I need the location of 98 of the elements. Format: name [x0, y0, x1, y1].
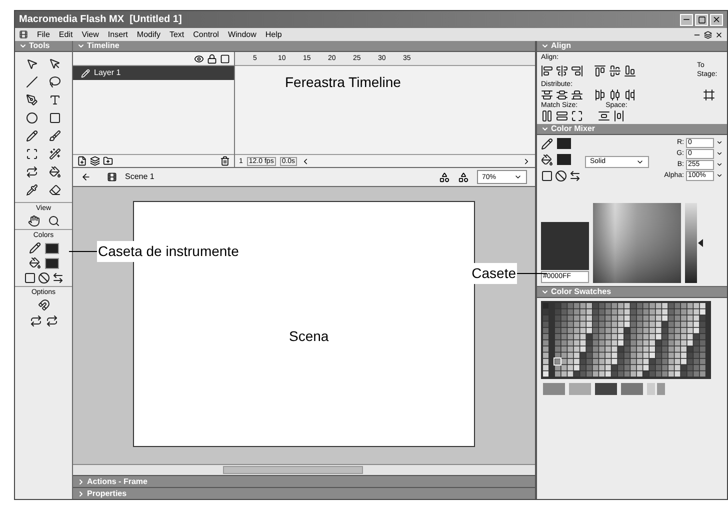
fill-color-swatch[interactable] — [557, 154, 571, 165]
collapse-caret-icon[interactable] — [77, 42, 85, 50]
collapse-caret-icon[interactable] — [541, 124, 549, 132]
close-icon[interactable] — [715, 30, 723, 38]
align-left-icon[interactable] — [541, 64, 553, 77]
align-top-icon[interactable] — [594, 64, 606, 77]
swatch-grid-drawing[interactable] — [541, 300, 711, 378]
leader-line — [69, 251, 97, 252]
panel-title: Properties — [87, 490, 127, 498]
eraser-icon[interactable] — [48, 184, 61, 196]
menu-item[interactable]: Modify — [136, 30, 160, 38]
stroke-color-swatch[interactable] — [44, 242, 58, 254]
space-horizontal-icon[interactable] — [613, 110, 625, 122]
distribute-middle-icon[interactable] — [556, 88, 568, 100]
folder-icon[interactable] — [103, 156, 113, 166]
maximize-icon — [698, 16, 706, 24]
fill-color-icon[interactable] — [28, 257, 40, 269]
panel-title: Tools — [29, 42, 50, 50]
trash-icon[interactable] — [220, 156, 230, 166]
distribute-left-icon[interactable] — [594, 88, 606, 100]
menu-item[interactable]: File — [37, 30, 50, 38]
panel-title: Color Mixer — [551, 124, 596, 132]
menu-item[interactable]: Edit — [58, 30, 73, 38]
distribute-bottom-icon[interactable] — [571, 88, 583, 100]
rectangle-icon[interactable] — [48, 112, 61, 124]
lasso-icon[interactable] — [48, 76, 61, 88]
window-title: Macromedia Flash MX [Untitled 1] — [19, 13, 182, 27]
align-right-icon[interactable] — [571, 64, 583, 77]
menu-item[interactable]: Control — [193, 30, 219, 38]
magnet-icon[interactable] — [38, 299, 50, 311]
no-color-icon[interactable] — [38, 272, 50, 284]
menu-item[interactable]: Help — [265, 30, 282, 38]
annotation-label: Scena — [289, 327, 329, 346]
annotation-label: Casete — [470, 263, 517, 284]
fill-color-swatch[interactable] — [44, 258, 58, 268]
hand-icon[interactable] — [28, 215, 40, 227]
menu-item[interactable]: Insert — [108, 30, 128, 38]
pointer-icon[interactable] — [48, 58, 61, 70]
outline-icon[interactable] — [220, 54, 230, 64]
eye-icon[interactable] — [194, 54, 204, 64]
distribute-center-icon[interactable] — [609, 88, 621, 100]
menu-item[interactable]: Text — [169, 30, 184, 38]
swap-colors-icon[interactable] — [52, 272, 64, 284]
scrollbar-thumb[interactable] — [223, 466, 363, 474]
menu-item[interactable]: Window — [228, 30, 256, 38]
collapse-caret-icon[interactable] — [541, 42, 549, 50]
fill-icon[interactable] — [541, 154, 553, 166]
paint-bucket-icon[interactable] — [48, 166, 61, 178]
color-spectrum-drawing[interactable] — [593, 202, 681, 282]
eyedropper-icon[interactable] — [26, 184, 38, 196]
wand-icon[interactable] — [48, 148, 61, 160]
match-width-icon[interactable] — [541, 110, 553, 122]
minimize-button[interactable] — [680, 14, 693, 26]
layer-name: Layer 1 — [94, 69, 121, 77]
distribute-right-icon[interactable] — [624, 88, 636, 100]
close-button[interactable] — [710, 14, 723, 26]
no-color-icon[interactable] — [555, 170, 567, 182]
pencil-icon[interactable] — [26, 130, 38, 142]
text-icon[interactable] — [48, 94, 61, 106]
collapse-caret-icon[interactable] — [19, 42, 27, 50]
align-center-icon[interactable] — [556, 64, 568, 77]
line-icon[interactable] — [26, 76, 38, 88]
add-layer-icon[interactable] — [77, 156, 87, 166]
stroke-icon[interactable] — [541, 138, 553, 150]
leader-line — [517, 273, 547, 274]
align-middle-icon[interactable] — [609, 64, 621, 77]
panel-title: Timeline — [87, 42, 120, 50]
annotation-label: Caseta de instrumente — [97, 241, 240, 262]
layer-row[interactable]: Layer 1 — [73, 66, 234, 80]
arrow-icon[interactable] — [26, 58, 38, 70]
zoom-icon[interactable] — [48, 215, 60, 227]
maximize-button[interactable] — [695, 14, 708, 26]
collapse-caret-icon[interactable] — [541, 288, 549, 296]
stroke-color-swatch[interactable] — [557, 138, 571, 149]
brush-icon[interactable] — [48, 130, 61, 142]
menu-item[interactable]: View — [82, 30, 99, 38]
circle-icon[interactable] — [26, 112, 38, 124]
scene-name: Scene 1 — [125, 173, 154, 181]
space-vertical-icon[interactable] — [598, 110, 610, 122]
distribute-top-icon[interactable] — [541, 88, 553, 100]
swap-colors-icon[interactable] — [569, 170, 581, 182]
horizontal-scrollbar[interactable] — [73, 464, 535, 475]
scroll-right-icon[interactable] — [522, 156, 531, 166]
brightness-slider-drawing[interactable] — [685, 202, 703, 282]
lock-icon[interactable] — [207, 54, 217, 64]
pen-icon[interactable] — [26, 94, 38, 106]
match-height-icon[interactable] — [556, 110, 568, 122]
stroke-color-icon[interactable] — [28, 242, 40, 254]
panel-title: Align — [551, 42, 571, 50]
close-icon — [712, 15, 721, 24]
transform-icon[interactable] — [26, 148, 38, 160]
color-preview — [541, 222, 589, 270]
annotation-label: Fereastra Timeline — [285, 73, 401, 92]
panel-title: Color Swatches — [551, 288, 612, 296]
align-bottom-icon[interactable] — [624, 64, 636, 77]
match-both-icon[interactable] — [571, 110, 583, 122]
back-icon[interactable] — [81, 172, 91, 182]
panel-title: Actions - Frame — [87, 478, 148, 486]
